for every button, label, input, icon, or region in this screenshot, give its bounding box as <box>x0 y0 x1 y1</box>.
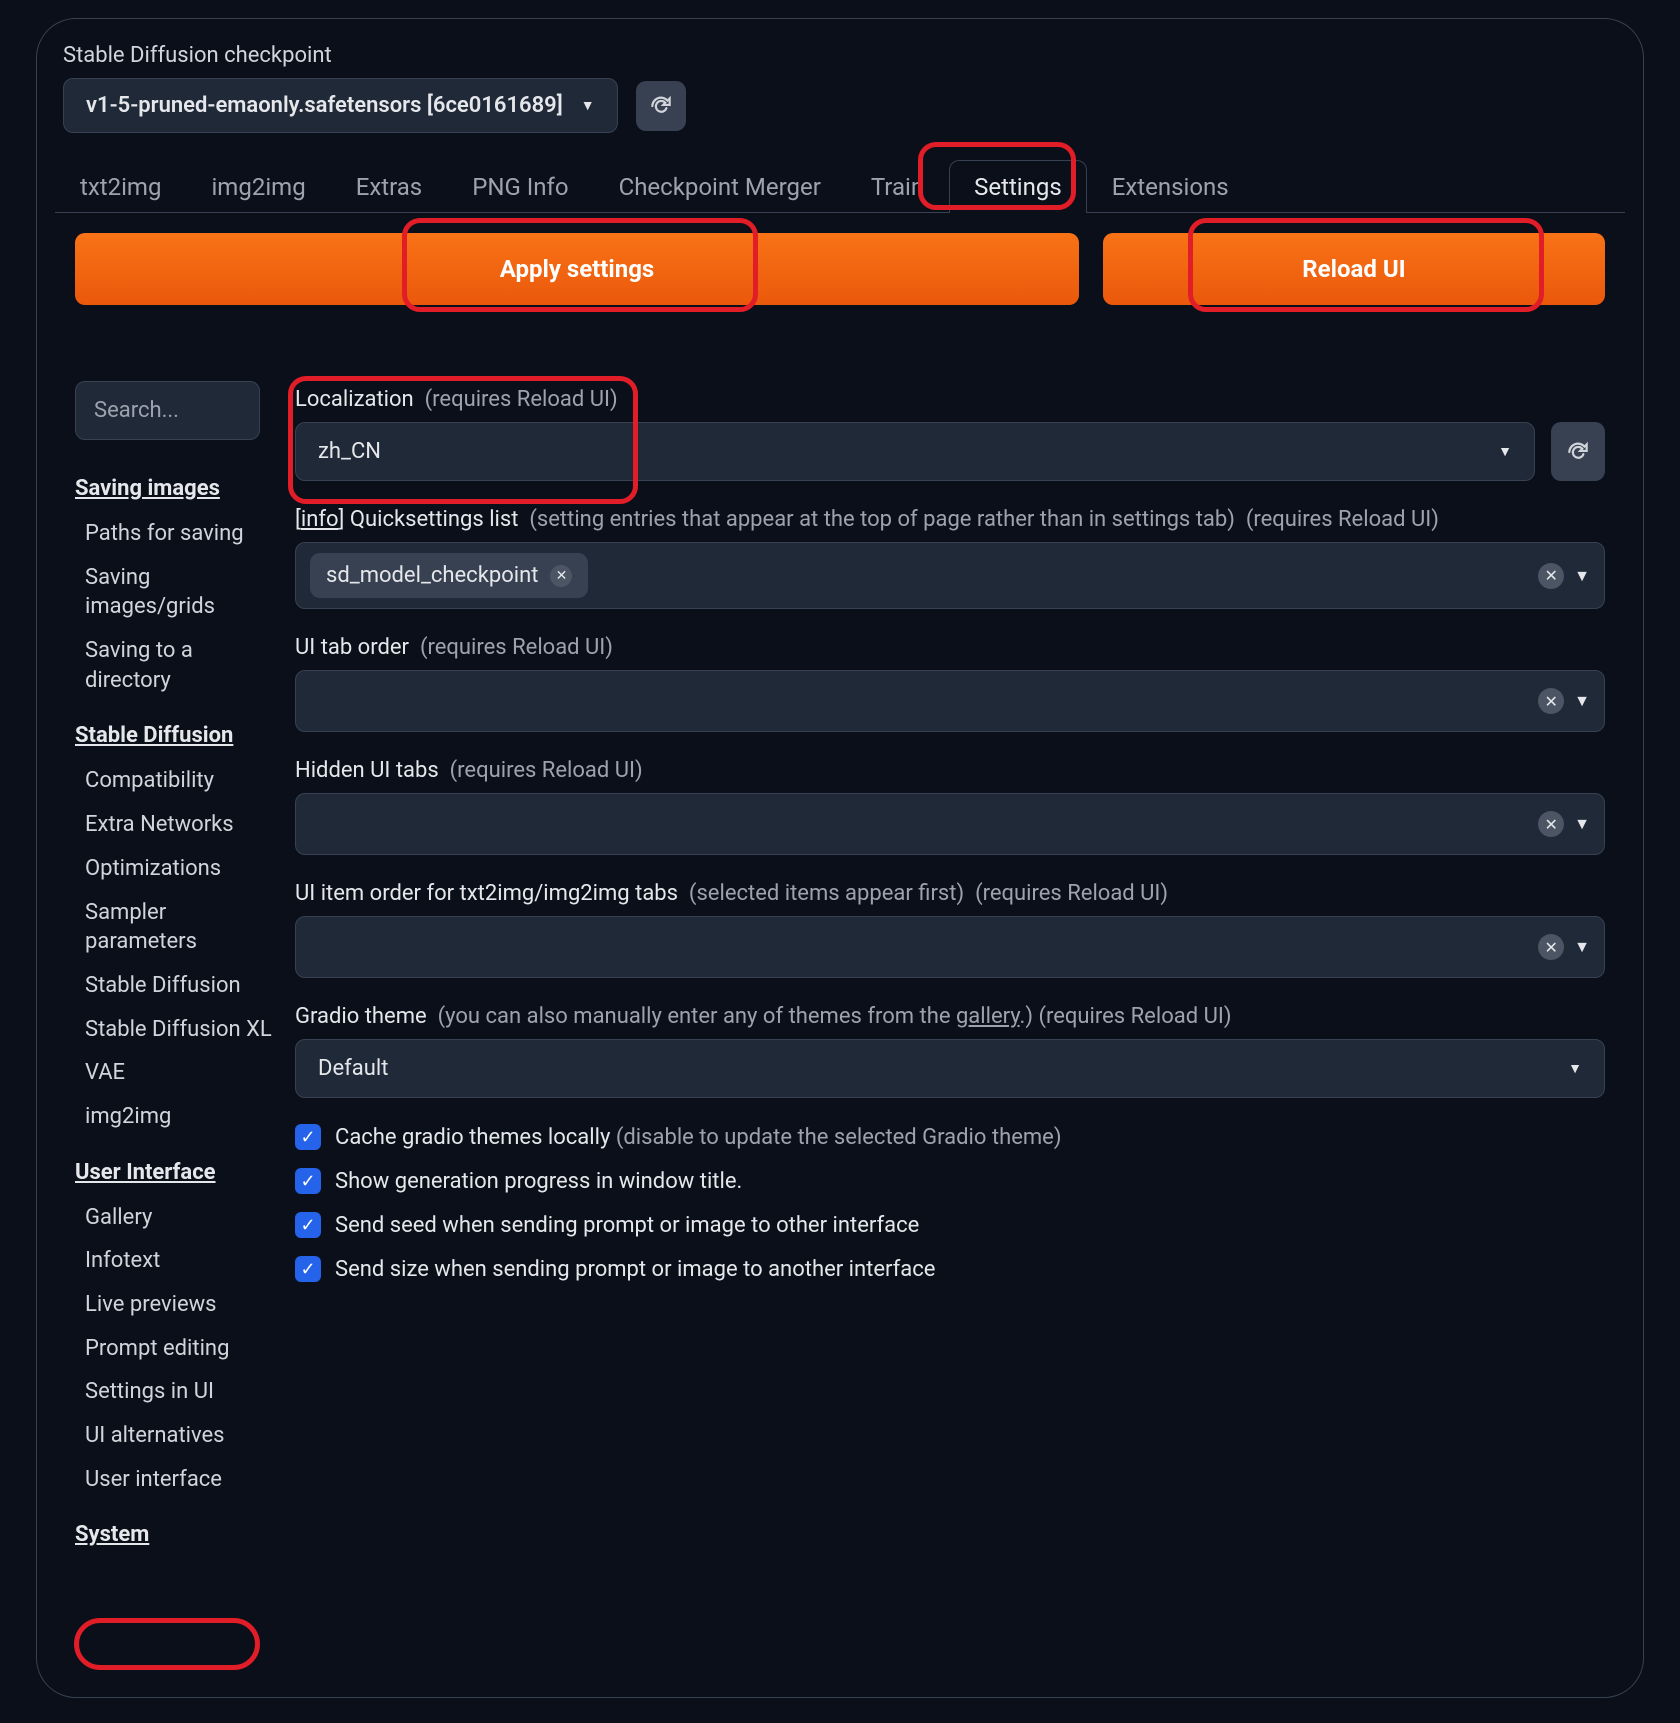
caret-down-icon[interactable]: ▼ <box>1574 937 1590 957</box>
checkbox-send-size-label: Send size when sending prompt or image t… <box>335 1257 935 1282</box>
tab-merger[interactable]: Checkpoint Merger <box>594 160 846 213</box>
tab-train[interactable]: Train <box>846 160 949 213</box>
checkbox-progress-title[interactable]: ✓ <box>295 1168 321 1194</box>
sidebar-item-optim[interactable]: Optimizations <box>85 854 273 884</box>
localization-select[interactable]: zh_CN ▼ <box>295 422 1535 481</box>
checkbox-send-seed[interactable]: ✓ <box>295 1212 321 1238</box>
sidebar-heading-saving[interactable]: Saving images <box>75 476 273 501</box>
tab-extras[interactable]: Extras <box>331 160 448 213</box>
theme-label: Gradio theme (you can also manually ente… <box>295 1004 1605 1029</box>
settings-sidebar: Search... Saving images Paths for saving… <box>75 381 273 1565</box>
sidebar-heading-ui[interactable]: User Interface <box>75 1160 273 1185</box>
quicksettings-label: [info] Quicksettings list (setting entri… <box>295 507 1605 532</box>
sidebar-item-saving-dir[interactable]: Saving to a directory <box>85 636 273 695</box>
caret-down-icon[interactable]: ▼ <box>1574 691 1590 711</box>
sidebar-item-vae[interactable]: VAE <box>85 1058 273 1088</box>
sidebar-item-settings-in-ui[interactable]: Settings in UI <box>85 1377 273 1407</box>
sidebar-item-prompt-editing[interactable]: Prompt editing <box>85 1334 273 1364</box>
theme-value: Default <box>318 1056 388 1081</box>
sidebar-item-images-grids[interactable]: Saving images/grids <box>85 563 273 622</box>
apply-settings-button[interactable]: Apply settings <box>75 233 1079 305</box>
sidebar-item-img2img[interactable]: img2img <box>85 1102 273 1132</box>
tag-remove-icon[interactable]: ✕ <box>550 565 572 587</box>
checkbox-cache-themes[interactable]: ✓ <box>295 1124 321 1150</box>
localization-label: Localization (requires Reload UI) <box>295 387 1605 412</box>
sidebar-item-gallery[interactable]: Gallery <box>85 1203 273 1233</box>
info-link[interactable]: info <box>301 507 339 532</box>
itemorder-label: UI item order for txt2img/img2img tabs (… <box>295 881 1605 906</box>
caret-down-icon: ▼ <box>1568 1060 1582 1077</box>
caret-down-icon[interactable]: ▼ <box>1574 814 1590 834</box>
caret-down-icon: ▼ <box>1498 443 1512 460</box>
sidebar-item-ui-alt[interactable]: UI alternatives <box>85 1421 273 1451</box>
sidebar-item-sampler[interactable]: Sampler parameters <box>85 898 273 957</box>
tab-img2img[interactable]: img2img <box>186 160 330 213</box>
hidden-input[interactable]: ✕ ▼ <box>295 793 1605 855</box>
tab-extensions[interactable]: Extensions <box>1087 160 1254 213</box>
checkpoint-value: v1-5-pruned-emaonly.safetensors [6ce0161… <box>86 93 563 118</box>
tag-sd-model-checkpoint[interactable]: sd_model_checkpoint ✕ <box>310 553 588 598</box>
checkpoint-label: Stable Diffusion checkpoint <box>63 43 1625 68</box>
taborder-input[interactable]: ✕ ▼ <box>295 670 1605 732</box>
refresh-icon <box>1565 439 1591 465</box>
hidden-label: Hidden UI tabs (requires Reload UI) <box>295 758 1605 783</box>
sidebar-item-live[interactable]: Live previews <box>85 1290 273 1320</box>
clear-all-icon[interactable]: ✕ <box>1538 688 1564 714</box>
checkbox-send-seed-label: Send seed when sending prompt or image t… <box>335 1213 919 1238</box>
refresh-icon <box>648 93 674 119</box>
clear-all-icon[interactable]: ✕ <box>1538 934 1564 960</box>
tab-bar: txt2img img2img Extras PNG Info Checkpoi… <box>55 159 1625 213</box>
sidebar-item-sd[interactable]: Stable Diffusion <box>85 971 273 1001</box>
sidebar-heading-sd[interactable]: Stable Diffusion <box>75 723 273 748</box>
localization-value: zh_CN <box>318 439 381 464</box>
sidebar-item-sdxl[interactable]: Stable Diffusion XL <box>85 1015 273 1045</box>
checkbox-progress-title-label: Show generation progress in window title… <box>335 1169 742 1194</box>
tab-txt2img[interactable]: txt2img <box>55 160 186 213</box>
tab-pnginfo[interactable]: PNG Info <box>447 160 593 213</box>
quicksettings-input[interactable]: sd_model_checkpoint ✕ ✕ ▼ <box>295 542 1605 609</box>
sidebar-item-infotext[interactable]: Infotext <box>85 1246 273 1276</box>
sidebar-item-user-interface[interactable]: User interface <box>85 1465 273 1495</box>
gallery-link[interactable]: gallery <box>956 1004 1020 1029</box>
checkbox-send-size[interactable]: ✓ <box>295 1256 321 1282</box>
itemorder-input[interactable]: ✕ ▼ <box>295 916 1605 978</box>
checkpoint-select[interactable]: v1-5-pruned-emaonly.safetensors [6ce0161… <box>63 78 618 133</box>
tab-settings[interactable]: Settings <box>949 160 1087 213</box>
sidebar-item-extra-networks[interactable]: Extra Networks <box>85 810 273 840</box>
checkpoint-refresh-button[interactable] <box>636 81 686 131</box>
localization-refresh-button[interactable] <box>1551 422 1605 481</box>
taborder-label: UI tab order (requires Reload UI) <box>295 635 1605 660</box>
sidebar-item-paths[interactable]: Paths for saving <box>85 519 273 549</box>
sidebar-item-compat[interactable]: Compatibility <box>85 766 273 796</box>
checkbox-cache-themes-label: Cache gradio themes locally (disable to … <box>335 1125 1062 1150</box>
caret-down-icon[interactable]: ▼ <box>1574 566 1590 586</box>
caret-down-icon: ▼ <box>581 97 595 114</box>
clear-all-icon[interactable]: ✕ <box>1538 563 1564 589</box>
reload-ui-button[interactable]: Reload UI <box>1103 233 1605 305</box>
sidebar-heading-system[interactable]: System <box>75 1522 273 1547</box>
theme-select[interactable]: Default ▼ <box>295 1039 1605 1098</box>
search-input[interactable]: Search... <box>75 381 260 440</box>
clear-all-icon[interactable]: ✕ <box>1538 811 1564 837</box>
